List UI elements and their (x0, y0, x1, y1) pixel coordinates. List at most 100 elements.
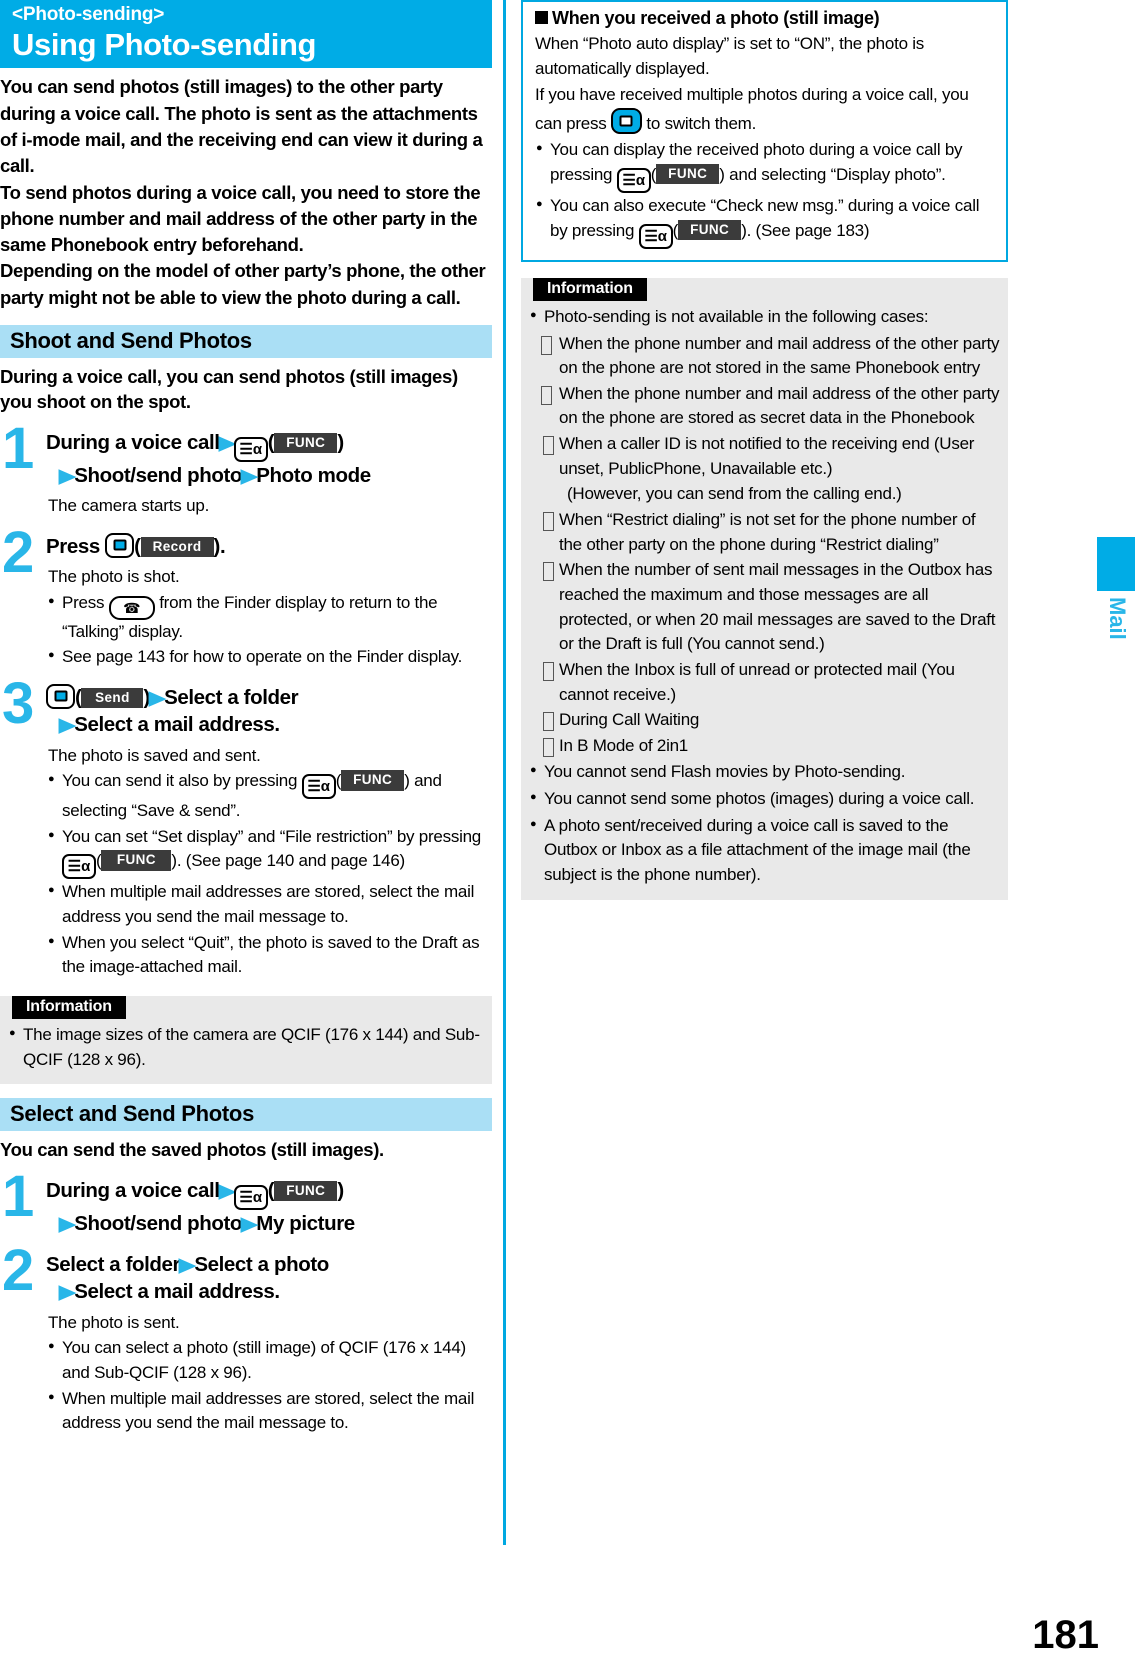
i-mode-alpha-glyph: ☰α (239, 440, 263, 458)
step-line-1: Press (Record). (46, 532, 226, 558)
step-text: Press (46, 534, 100, 558)
arrow-icon: ▶ (148, 687, 166, 709)
information-case: When the phone number and mail address o… (529, 332, 1000, 381)
arrow-icon: ▶ (218, 1180, 235, 1202)
received-photo-callout: When you received a photo (still image) … (521, 0, 1008, 262)
callout-heading: When you received a photo (still image) (535, 8, 996, 29)
softkey-send: Send (81, 687, 144, 709)
step-body: The camera starts up. (46, 494, 492, 519)
bullet-post: ). (See page 183) (741, 220, 870, 240)
step-text: During a voice call (46, 430, 220, 454)
step-text: During a voice call (46, 1178, 220, 1202)
center-key-square (113, 539, 127, 551)
information-case: During Call Waiting (529, 708, 1000, 733)
i-mode-alpha-key-icon: ☰α (616, 167, 651, 193)
navigation-key-icon (610, 107, 642, 134)
step-line-2: ▶Select a mail address. (46, 711, 492, 738)
callout-bullet: You can display the received photo durin… (535, 138, 996, 193)
step-title: Select a folder▶Select a photo ▶Select a… (46, 1251, 492, 1306)
information-item: A photo sent/received during a voice cal… (529, 814, 1000, 888)
column-divider (503, 0, 506, 1545)
step-number: 1 (2, 1163, 35, 1229)
information-case: When a caller ID is not notified to the … (529, 432, 1000, 481)
callout-bullet: You can also execute “Check new msg.” du… (535, 194, 996, 249)
phone-key-icon: ☎ (108, 595, 155, 620)
information-box-left: Information The image sizes of the camer… (0, 995, 492, 1085)
step-body: The photo is shot. Press ☎ from the Find… (46, 565, 492, 670)
step-text: Select a photo (194, 1253, 329, 1277)
information-case-note: (However, you can send from the calling … (567, 484, 902, 504)
information-item: You cannot send some photos (images) dur… (529, 787, 1000, 812)
side-tab-mail: Mail (1097, 537, 1135, 640)
step-body: The photo is sent. You can select a phot… (46, 1311, 492, 1436)
page-title: Using Photo-sending (12, 26, 317, 62)
callout-heading-text: When you received a photo (still image) (552, 8, 880, 28)
manual-page: <Photo-sending> Using Photo-sending You … (0, 0, 1135, 1672)
information-item: The image sizes of the camera are QCIF (… (8, 1023, 484, 1072)
step-number: 3 (2, 670, 35, 736)
softkey-func: FUNC (678, 219, 742, 241)
softkey-func: FUNC (341, 770, 405, 791)
step-text: Shoot/send photo (74, 1211, 243, 1235)
step-number: 1 (2, 415, 35, 481)
step-2: 2 Press (Record). The photo is shot. Pre… (0, 523, 492, 670)
step-bullet: See page 143 for how to operate on the F… (48, 645, 492, 670)
i-mode-alpha-glyph: ☰α (67, 858, 91, 876)
arrow-icon: ▶ (58, 1282, 76, 1304)
nav-key-square (619, 115, 633, 127)
step-line-1: (Send)▶Select a folder (46, 683, 492, 711)
information-case: When the number of sent mail messages in… (529, 558, 1000, 657)
i-mode-alpha-glyph: ☰α (307, 778, 331, 796)
bullet-pre: You can set “Set display” and “File rest… (62, 826, 482, 846)
callout-paragraph: If you have received multiple photos dur… (535, 83, 996, 137)
softkey-func: FUNC (274, 432, 338, 454)
step-line-1: During a voice call▶ ☰α(FUNC) (46, 1177, 492, 1210)
arrow-icon: ▶ (240, 465, 258, 487)
step-bullet: You can set “Set display” and “File rest… (48, 825, 492, 880)
step-body: The photo is saved and sent. You can sen… (46, 744, 492, 980)
intro-paragraph: To send photos during a voice call, you … (0, 181, 481, 256)
center-key-square (54, 690, 67, 702)
bullet-post: ) and selecting “Display photo”. (719, 164, 946, 184)
arrow-icon: ▶ (218, 432, 235, 454)
step-line-1: Select a folder▶Select a photo (46, 1251, 492, 1278)
i-mode-alpha-key-icon: ☰α (233, 1184, 268, 1210)
information-case: In B Mode of 2in1 (529, 734, 1000, 759)
i-mode-alpha-glyph: ☰α (239, 1188, 263, 1206)
step-title: (Send)▶Select a folder ▶Select a mail ad… (46, 683, 492, 739)
step-text: ). (213, 534, 226, 558)
intro-text: You can send photos (still images) to th… (0, 74, 492, 310)
intro-paragraph: Depending on the model of other party’s … (0, 260, 486, 308)
arrow-icon: ▶ (240, 1213, 258, 1235)
step-3: 3 (Send)▶Select a folder ▶Select a mail … (0, 674, 492, 980)
section-heading-shoot-and-send: Shoot and Send Photos (0, 324, 492, 358)
step-title: Press (Record). (46, 532, 492, 560)
information-tag: Information (533, 277, 647, 301)
step-text: My picture (256, 1211, 355, 1235)
information-case: When the Inbox is full of unread or prot… (529, 658, 1000, 707)
step-text: Photo mode (256, 463, 371, 487)
arrow-icon: ▶ (58, 1213, 76, 1235)
i-mode-alpha-key-icon: ☰α (301, 774, 336, 800)
center-select-key-icon (105, 532, 135, 558)
step-text: Select a folder (164, 685, 299, 709)
step-line-2: ▶Shoot/send photo▶Photo mode (46, 462, 492, 489)
step-note: The photo is sent. (48, 1312, 180, 1332)
header-kicker: <Photo-sending> (12, 4, 165, 25)
side-tab-block (1097, 537, 1135, 591)
information-box-right: Information Photo-sending is not availab… (521, 277, 1008, 900)
information-item: Photo-sending is not available in the fo… (529, 305, 1000, 330)
step-1: 1 During a voice call▶ ☰α(FUNC) ▶Shoot/se… (0, 1167, 492, 1237)
softkey-func: FUNC (101, 850, 172, 871)
step-line-2: ▶Select a mail address. (46, 1278, 492, 1305)
black-square-icon (535, 11, 548, 24)
i-mode-alpha-key-icon: ☰α (62, 854, 96, 880)
step-line-1: During a voice call▶ ☰α(FUNC) (46, 429, 492, 462)
information-tag: Information (12, 995, 126, 1019)
step-text: Select a mail address. (74, 713, 280, 737)
i-mode-alpha-glyph: ☰α (644, 227, 667, 245)
step-number: 2 (2, 519, 35, 585)
step-bullet: Press ☎ from the Finder display to retur… (48, 591, 492, 645)
i-mode-alpha-key-icon: ☰α (233, 436, 268, 462)
bullet-post: ). (See page 140 and page 146) (171, 851, 405, 871)
